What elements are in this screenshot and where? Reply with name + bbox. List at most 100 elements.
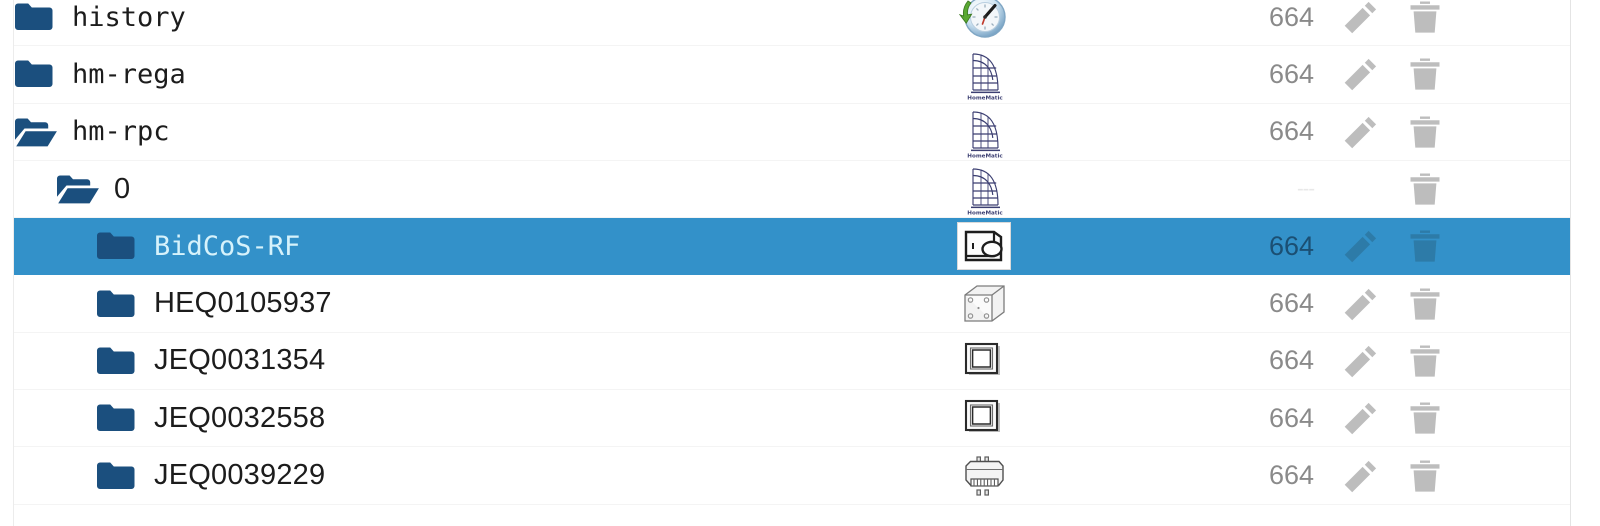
pencil-icon[interactable] <box>1344 344 1378 378</box>
edit-action-cell <box>1336 172 1386 206</box>
edit-action-cell[interactable] <box>1336 0 1386 34</box>
trash-icon[interactable] <box>1408 459 1442 493</box>
table-row[interactable]: 0 HomeMatic --- <box>14 161 1570 219</box>
file-name-label: history <box>72 1 186 33</box>
table-row[interactable] <box>14 505 1570 526</box>
trash-icon[interactable] <box>1408 57 1442 91</box>
file-name-cell[interactable]: JEQ0032558 <box>14 402 904 435</box>
folder-closed-icon[interactable] <box>96 346 136 376</box>
svg-text:HomeMatic: HomeMatic <box>967 96 1002 101</box>
table-row[interactable]: JEQ0031354 664 <box>14 333 1570 391</box>
type-icon-cell <box>904 218 1064 275</box>
file-mode-value: --- <box>1297 177 1315 200</box>
table-row[interactable]: JEQ0032558 664 <box>14 390 1570 448</box>
delete-action-cell[interactable] <box>1400 401 1450 435</box>
table-row[interactable]: BidCoS-RF 664 <box>14 218 1570 276</box>
file-name-cell[interactable]: history <box>14 2 904 33</box>
svg-text:HomeMatic: HomeMatic <box>967 210 1002 215</box>
trash-icon[interactable] <box>1408 172 1442 206</box>
trash-icon[interactable] <box>1408 287 1442 321</box>
folder-closed-icon[interactable] <box>14 59 54 89</box>
delete-action-cell[interactable] <box>1400 172 1450 206</box>
pencil-icon[interactable] <box>1344 229 1378 263</box>
pencil-icon[interactable] <box>1344 287 1378 321</box>
file-mode-value: 664 <box>1268 1 1314 32</box>
edit-action-cell[interactable] <box>1336 401 1386 435</box>
file-name-cell[interactable]: JEQ0031354 <box>14 344 904 377</box>
delete-action-cell[interactable] <box>1400 229 1450 263</box>
homematic-logo-icon: HomeMatic <box>957 105 1011 159</box>
delete-action-cell[interactable] <box>1400 115 1450 149</box>
file-name-cell[interactable]: hm-rpc <box>14 116 904 147</box>
file-name-cell[interactable]: hm-rega <box>14 59 904 90</box>
delete-action-cell[interactable] <box>1400 57 1450 91</box>
din-rail-module-icon <box>957 449 1011 503</box>
edit-action-cell[interactable] <box>1336 229 1386 263</box>
type-icon-cell <box>904 390 1064 447</box>
table-right-rule <box>1570 0 1571 526</box>
file-name-cell[interactable]: JEQ0039229 <box>14 459 904 492</box>
delete-action-cell[interactable] <box>1400 287 1450 321</box>
file-mode-value: 664 <box>1268 116 1314 147</box>
type-icon-cell <box>904 447 1064 504</box>
type-icon-cell <box>904 504 1064 526</box>
folder-icon-placeholder <box>96 518 136 526</box>
svg-text:HomeMatic: HomeMatic <box>967 153 1002 158</box>
bidcos-rf-device-icon <box>957 222 1011 271</box>
edit-action-placeholder <box>1344 172 1378 206</box>
pencil-icon[interactable] <box>1344 115 1378 149</box>
trash-icon[interactable] <box>1408 344 1442 378</box>
table-row[interactable]: history 664 <box>14 0 1570 47</box>
type-icon-cell <box>904 0 1064 46</box>
trash-icon[interactable] <box>1408 229 1442 263</box>
folder-closed-icon[interactable] <box>96 289 136 319</box>
edit-action-cell <box>1336 516 1386 526</box>
history-clock-icon <box>957 0 1011 44</box>
file-name-cell[interactable]: BidCoS-RF <box>14 231 904 262</box>
trash-icon[interactable] <box>1408 0 1442 34</box>
file-name-label: BidCoS-RF <box>154 230 301 262</box>
file-name-label: HEQ0105937 <box>154 287 332 320</box>
switch-plate-device-icon <box>957 391 1011 445</box>
pencil-icon[interactable] <box>1344 459 1378 493</box>
edit-action-cell[interactable] <box>1336 459 1386 493</box>
file-mode-value: 664 <box>1268 402 1314 433</box>
table-row[interactable]: hm-rega HomeMatic 664 <box>14 46 1570 104</box>
file-name-cell[interactable]: 0 <box>14 173 904 206</box>
delete-action-cell[interactable] <box>1400 0 1450 34</box>
edit-action-cell[interactable] <box>1336 115 1386 149</box>
delete-action-cell <box>1400 516 1450 526</box>
file-mode-value: 664 <box>1268 58 1314 89</box>
folder-open-icon[interactable] <box>56 174 99 204</box>
folder-open-icon[interactable] <box>14 117 57 147</box>
pencil-icon[interactable] <box>1344 401 1378 435</box>
delete-action-cell[interactable] <box>1400 344 1450 378</box>
table-row[interactable]: hm-rpc HomeMatic 664 <box>14 104 1570 161</box>
type-icon-cell: HomeMatic <box>904 46 1064 103</box>
file-name-label: 0 <box>114 172 131 205</box>
table-body: history 664 hm-rega HomeMatic 664 hm-rpc HomeM… <box>14 0 1570 526</box>
edit-action-cell[interactable] <box>1336 344 1386 378</box>
trash-icon[interactable] <box>1408 115 1442 149</box>
table-row[interactable]: JEQ0039229 664 <box>14 447 1570 505</box>
file-mode-value: 664 <box>1268 230 1314 261</box>
homematic-logo-icon: HomeMatic <box>957 47 1011 101</box>
file-name-cell[interactable]: HEQ0105937 <box>14 287 904 320</box>
file-name-cell[interactable] <box>14 518 904 526</box>
type-icon-cell <box>904 275 1064 332</box>
cube-device-icon <box>957 277 1011 331</box>
pencil-icon[interactable] <box>1344 57 1378 91</box>
folder-closed-icon[interactable] <box>96 231 136 261</box>
table-row[interactable]: HEQ0105937 664 <box>14 275 1570 333</box>
folder-closed-icon[interactable] <box>14 2 54 32</box>
homematic-logo-icon: HomeMatic <box>957 162 1011 216</box>
file-browser-table: history 664 hm-rega HomeMatic 664 hm-rpc HomeM… <box>0 0 1600 526</box>
edit-action-cell[interactable] <box>1336 57 1386 91</box>
folder-closed-icon[interactable] <box>96 461 136 491</box>
edit-action-cell[interactable] <box>1336 287 1386 321</box>
delete-action-cell[interactable] <box>1400 459 1450 493</box>
type-icon-cell: HomeMatic <box>904 161 1064 218</box>
trash-icon[interactable] <box>1408 401 1442 435</box>
folder-closed-icon[interactable] <box>96 403 136 433</box>
pencil-icon[interactable] <box>1344 0 1378 34</box>
